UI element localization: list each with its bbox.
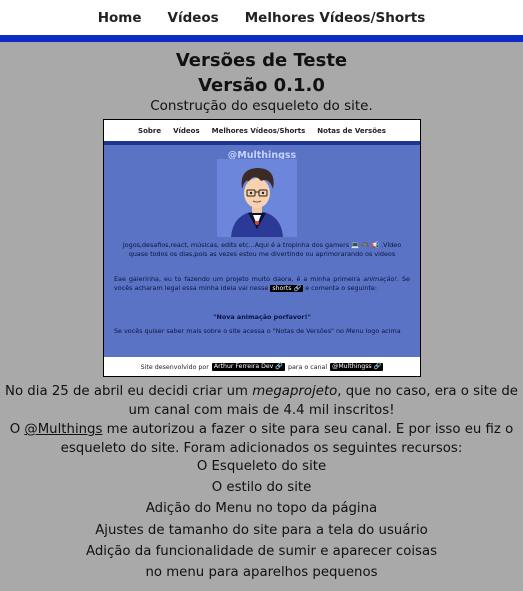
channel-link[interactable]: @Multhingss 🔗 xyxy=(330,363,384,371)
screenshot-content: @Multhingss Jogos,desafios,react, música… xyxy=(104,145,420,357)
channel-description: Jogos,desafios,react, músicas, edits etc… xyxy=(122,241,402,258)
author-link[interactable]: Arthur Ferreira Dev 🔗 xyxy=(211,363,286,371)
page-title: Versões de Teste xyxy=(175,50,348,71)
footer-prefix: Site desenvolvido por xyxy=(140,363,209,371)
notes-text-start: Se vocês quiser saber mais sobre o site … xyxy=(114,327,346,335)
feature-item: Adição da funcionalidade de sumir e apar… xyxy=(85,544,438,559)
nav-videos-link[interactable]: Vídeos xyxy=(168,10,219,26)
page-subtitle: Construção do esqueleto do site. xyxy=(150,98,373,114)
site-screenshot: Sobre Vídeos Melhores Vídeos/Shorts Nota… xyxy=(103,119,421,377)
authorization-text-end: me autorizou a fazer o site para seu can… xyxy=(60,422,514,456)
project-text-emphasis: animação! xyxy=(363,275,397,283)
top-nav: Home Vídeos Melhores Vídeos/Shorts xyxy=(0,0,523,35)
version-title: Versão 0.1.0 xyxy=(198,75,325,96)
notes-paragraph: Se vocês quiser saber mais sobre o site … xyxy=(114,327,410,336)
project-text-start: Eae galerinha, eu to fazendo um projeto … xyxy=(114,275,364,283)
shorts-link[interactable]: shorts 🔗 xyxy=(270,284,304,293)
nav-home-link[interactable]: Home xyxy=(98,10,142,26)
screenshot-nav-videos: Vídeos xyxy=(173,126,200,135)
feature-item: Ajustes de tamanho do site para a tela d… xyxy=(95,523,428,538)
authorization-text-start: O xyxy=(9,422,25,437)
project-paragraph: Eae galerinha, eu to fazendo um projeto … xyxy=(114,275,410,293)
screenshot-footer: Site desenvolvido por Arthur Ferreira De… xyxy=(104,357,420,376)
feature-item: O estilo do site xyxy=(211,480,312,495)
intro-text-emphasis: megaprojeto xyxy=(252,384,338,399)
avatar xyxy=(217,159,297,237)
feature-item: O Esqueleto do site xyxy=(196,459,327,474)
screenshot-nav-best: Melhores Vídeos/Shorts xyxy=(211,126,306,135)
intro-paragraph: No dia 25 de abril eu decidi criar um me… xyxy=(0,382,523,420)
screenshot-nav: Sobre Vídeos Melhores Vídeos/Shorts Nota… xyxy=(104,120,420,141)
footer-mid: para o canal xyxy=(288,363,328,371)
screenshot-nav-notes: Notas de Versões xyxy=(317,126,386,135)
project-text-end: e comenta o seguinte: xyxy=(303,283,377,292)
multhings-link[interactable]: @Multhings xyxy=(24,422,102,437)
notes-text-end: logo acima xyxy=(363,327,401,335)
authorization-paragraph: O @Multhings me autorizou a fazer o site… xyxy=(0,420,523,458)
screenshot-nav-sobre: Sobre xyxy=(138,126,162,135)
feature-item: Adição do Menu no topo da página xyxy=(145,501,378,516)
quote-text: "Nova animação porfavor!" xyxy=(213,313,311,321)
notes-text-emphasis: Menu xyxy=(346,327,364,335)
nav-best-videos-link[interactable]: Melhores Vídeos/Shorts xyxy=(245,10,426,26)
accent-bar xyxy=(0,35,523,42)
feature-item: no menu para aparelhos pequenos xyxy=(145,565,378,580)
intro-text-start: No dia 25 de abril eu decidi criar um xyxy=(5,384,253,399)
